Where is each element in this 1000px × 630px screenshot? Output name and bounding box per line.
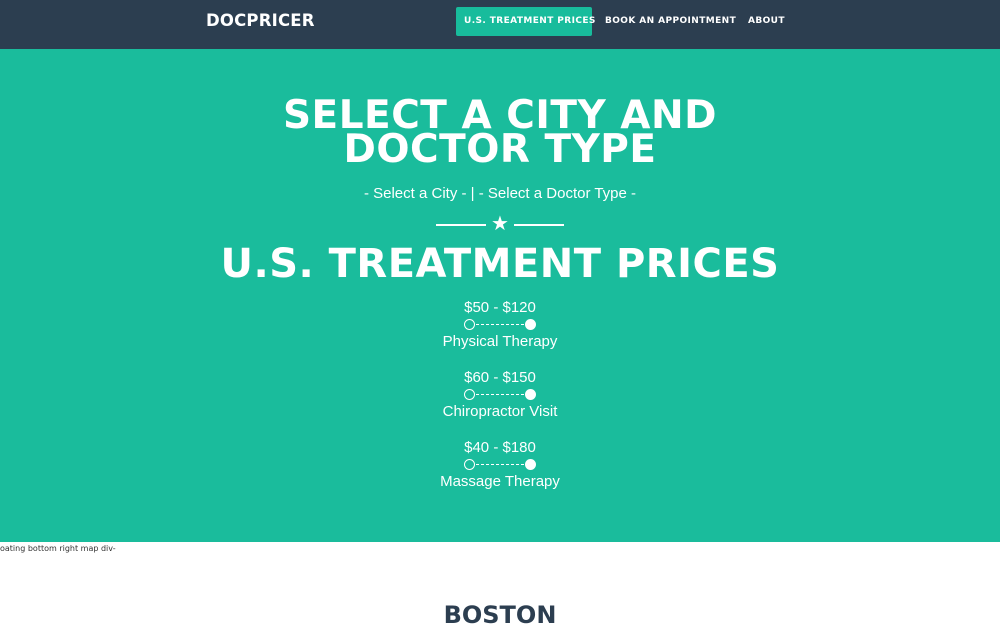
city-title: BOSTON [443,601,557,629]
slider-max-handle[interactable] [525,459,536,470]
star-icon: ★ [491,213,509,235]
divider-line-right [514,224,564,226]
selector-separator: | [470,185,475,202]
hero-title: SELECT A CITY AND DOCTOR TYPE [0,96,1000,169]
price-range-slider[interactable] [464,388,536,402]
price-item-chiropractor-visit: $60 - $150 Chiropractor Visit [400,369,600,421]
navbar: DOCPRICER U.S. TREATMENT PRICES BOOK AN … [0,0,1000,49]
price-item-physical-therapy: $50 - $120 Physical Therapy [400,299,600,351]
star-divider: ★ [436,214,564,236]
price-range-slider[interactable] [464,318,536,332]
slider-max-handle[interactable] [525,319,536,330]
nav-us-treatment-prices[interactable]: U.S. TREATMENT PRICES [456,7,595,36]
selectors-row: - Select a City - | - Select a Doctor Ty… [0,185,1000,203]
treatment-name: Massage Therapy [440,473,560,490]
price-item-massage-therapy: $40 - $180 Massage Therapy [400,439,600,491]
price-range: $50 - $120 [464,299,536,316]
slider-min-handle[interactable] [464,319,475,330]
divider-line-left [436,224,486,226]
city-select[interactable]: - Select a City - [364,185,467,202]
price-range: $40 - $180 [464,439,536,456]
slider-min-handle[interactable] [464,459,475,470]
price-range: $60 - $150 [464,369,536,386]
doctor-type-select[interactable]: - Select a Doctor Type - [479,185,636,202]
hero-section: SELECT A CITY AND DOCTOR TYPE - Select a… [0,49,1000,542]
slider-min-handle[interactable] [464,389,475,400]
treatment-name: Chiropractor Visit [442,403,558,420]
section-title: U.S. TREATMENT PRICES [220,241,780,287]
nav-book-appointment[interactable]: BOOK AN APPOINTMENT [597,7,744,36]
slider-max-handle[interactable] [525,389,536,400]
slider-track [476,394,524,395]
brand-logo[interactable]: DOCPRICER [206,11,315,30]
price-range-slider[interactable] [464,458,536,472]
slider-track [476,324,524,325]
slider-track [476,464,524,465]
treatment-name: Physical Therapy [442,333,558,350]
hero-title-line2: DOCTOR TYPE [343,127,657,172]
map-div-note: oating bottom right map div- [0,544,116,553]
nav-about[interactable]: ABOUT [740,7,793,36]
